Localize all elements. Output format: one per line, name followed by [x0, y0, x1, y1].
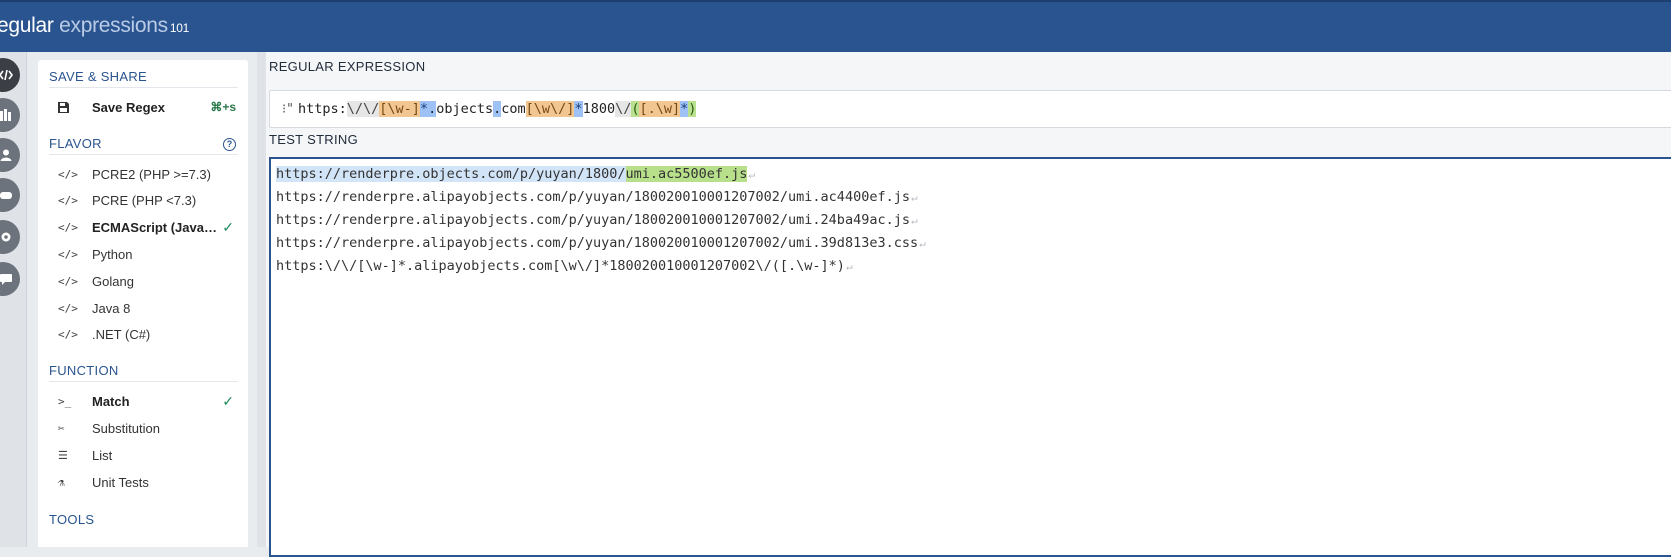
- divider: [49, 154, 238, 155]
- test-line: https://renderpre.objects.com/p/yuyan/18…: [276, 163, 755, 185]
- regex-token: \/: [615, 101, 632, 117]
- test-line-text: https://renderpre.alipayobjects.com/p/yu…: [276, 212, 910, 228]
- flavor-item[interactable]: </> Python: [49, 242, 238, 266]
- terminal-icon: >_: [58, 394, 72, 408]
- main-panel: REGULAR EXPRESSION ⁝" https:\/\/[\w-]*.o…: [266, 52, 1671, 557]
- group-highlight: umi.ac5500ef.js: [625, 166, 748, 182]
- regex-token: [\w\/]: [525, 101, 575, 117]
- test-line-text: https://renderpre.alipayobjects.com/p/yu…: [276, 235, 919, 251]
- regex-token: *: [574, 101, 583, 117]
- code-icon: </>: [58, 328, 78, 342]
- help-icon[interactable]: ?: [223, 138, 236, 151]
- function-label: Match: [92, 393, 130, 409]
- regex-pattern[interactable]: https:\/\/[\w-]*.objects.com[\w\/]*1800\…: [297, 101, 697, 117]
- divider: [49, 87, 238, 88]
- settings-icon[interactable]: [0, 220, 20, 254]
- panel-splitter[interactable]: [257, 52, 266, 547]
- regex-delimiter[interactable]: ⁝": [282, 102, 294, 117]
- test-line: https:\/\/[\w-]*.alipayobjects.com[\w\/]…: [276, 255, 853, 277]
- regex-token: objects: [436, 101, 494, 117]
- test-line-text: https://renderpre.alipayobjects.com/p/yu…: [276, 189, 910, 205]
- regex-token: [.\w]: [639, 101, 681, 117]
- match-highlight: https://renderpre.objects.com/p/yuyan/18…: [276, 166, 626, 182]
- code-icon: </>: [58, 194, 78, 208]
- function-label: Unit Tests: [92, 474, 149, 490]
- code-icon: </>: [58, 301, 78, 315]
- test-string-title: TEST STRING: [269, 132, 359, 147]
- regex-token: 1800: [582, 101, 616, 117]
- save-regex-label: Save Regex: [92, 99, 165, 115]
- regex-token: *: [419, 101, 429, 117]
- regex-token: ): [688, 101, 697, 117]
- regex-token: com: [501, 101, 526, 117]
- check-icon: ✓: [222, 392, 234, 409]
- list-icon: ☰: [58, 448, 68, 462]
- save-share-title: SAVE & SHARE: [49, 69, 148, 84]
- function-item[interactable]: ⚗ Unit Tests: [49, 470, 238, 494]
- flavor-item[interactable]: </> Golang: [49, 269, 238, 293]
- chat-icon[interactable]: [0, 262, 20, 296]
- flavor-item[interactable]: </> .NET (C#): [49, 323, 238, 347]
- flavor-item[interactable]: </> PCRE2 (PHP >=7.3): [49, 162, 238, 186]
- code-icon: </>: [58, 221, 78, 235]
- flavor-item[interactable]: </> PCRE (PHP <7.3): [49, 189, 238, 213]
- flask-icon: ⚗: [58, 475, 65, 489]
- eol-icon: ↵: [910, 191, 918, 204]
- code-icon: </>: [58, 167, 78, 181]
- regex-token: \/: [346, 101, 364, 117]
- test-line: https://renderpre.alipayobjects.com/p/yu…: [276, 186, 918, 208]
- eol-icon: ↵: [748, 168, 756, 181]
- test-string-editor[interactable]: https://renderpre.objects.com/p/yuyan/18…: [269, 157, 1671, 557]
- function-label: List: [92, 447, 113, 463]
- test-line: https://renderpre.alipayobjects.com/p/yu…: [276, 232, 926, 254]
- eol-icon: ↵: [845, 260, 853, 273]
- test-line-text: https:\/\/[\w-]*.alipayobjects.com[\w\/]…: [276, 258, 845, 274]
- function-item[interactable]: ☰ List: [49, 443, 238, 467]
- regex-input[interactable]: ⁝" https:\/\/[\w-]*.objects.com[\w\/]*18…: [269, 90, 1671, 128]
- quiz-icon[interactable]: [0, 178, 20, 212]
- flavor-label: PCRE (PHP <7.3): [92, 193, 197, 209]
- divider: [49, 381, 238, 382]
- logo-text-bold: egular: [0, 14, 54, 37]
- regex-token: \/: [363, 101, 380, 117]
- flavor-label: ECMAScript (JavaScript): [92, 220, 222, 236]
- eol-icon: ↵: [919, 237, 926, 250]
- sidebar: SAVE & SHARE Save Regex ⌘+s FLAVOR ? </>…: [38, 60, 248, 547]
- save-regex-button[interactable]: Save Regex ⌘+s: [49, 95, 238, 119]
- nav-rail: [0, 52, 27, 547]
- scissors-icon: ✂: [58, 421, 65, 435]
- logo-version: 101: [169, 21, 189, 35]
- top-bar: egular expressions 101: [0, 0, 1671, 52]
- regex-token: .: [428, 101, 437, 117]
- eol-icon: ↵: [910, 214, 918, 227]
- check-icon: ✓: [222, 219, 234, 236]
- flavor-label: PCRE2 (PHP >=7.3): [92, 166, 211, 182]
- tools-title: TOOLS: [49, 512, 95, 527]
- save-shortcut: ⌘+s: [210, 100, 236, 114]
- function-item[interactable]: >_ Match ✓: [49, 389, 238, 413]
- regex-token: https:: [297, 101, 347, 117]
- flavor-item[interactable]: </> ECMAScript (JavaScript)✓: [49, 216, 238, 240]
- flavor-title: FLAVOR: [49, 136, 102, 151]
- code-icon: </>: [58, 247, 78, 261]
- logo-text-light: expressions: [53, 14, 168, 37]
- flavor-item[interactable]: </> Java 8: [49, 296, 238, 320]
- function-item[interactable]: ✂ Substitution: [49, 416, 238, 440]
- test-line: https://renderpre.alipayobjects.com/p/yu…: [276, 209, 918, 231]
- regex-token: [\w-]: [379, 101, 420, 117]
- flavor-label: Python: [92, 246, 133, 262]
- flavor-label: Golang: [92, 273, 134, 289]
- code-icon: </>: [58, 274, 78, 288]
- regular-expression-title: REGULAR EXPRESSION: [269, 59, 426, 74]
- function-label: Substitution: [92, 420, 160, 436]
- library-icon[interactable]: [0, 98, 20, 132]
- function-title: FUNCTION: [49, 363, 119, 378]
- account-icon[interactable]: [0, 138, 20, 172]
- flavor-label: .NET (C#): [92, 327, 151, 343]
- code-icon[interactable]: [0, 58, 20, 92]
- app-logo[interactable]: egular expressions 101: [0, 14, 189, 38]
- flavor-label: Java 8: [92, 300, 131, 316]
- save-icon: [58, 101, 80, 113]
